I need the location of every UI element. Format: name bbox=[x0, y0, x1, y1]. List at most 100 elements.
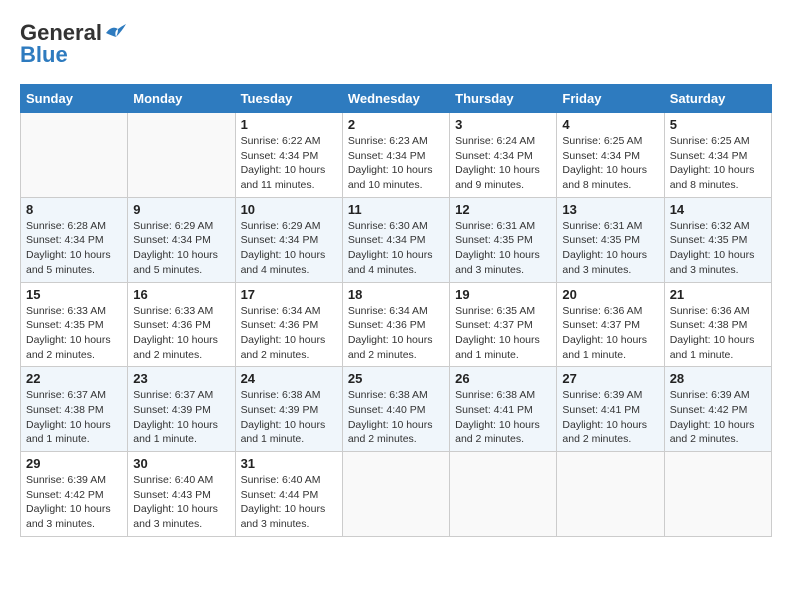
day-info: Sunrise: 6:29 AM Sunset: 4:34 PM Dayligh… bbox=[133, 219, 229, 278]
day-info: Sunrise: 6:24 AM Sunset: 4:34 PM Dayligh… bbox=[455, 134, 551, 193]
calendar-day-cell bbox=[128, 113, 235, 198]
calendar-day-cell: 18 Sunrise: 6:34 AM Sunset: 4:36 PM Dayl… bbox=[342, 282, 449, 367]
day-info: Sunrise: 6:36 AM Sunset: 4:38 PM Dayligh… bbox=[670, 304, 766, 363]
calendar-day-cell: 22 Sunrise: 6:37 AM Sunset: 4:38 PM Dayl… bbox=[21, 367, 128, 452]
calendar-day-cell: 19 Sunrise: 6:35 AM Sunset: 4:37 PM Dayl… bbox=[450, 282, 557, 367]
day-info: Sunrise: 6:38 AM Sunset: 4:39 PM Dayligh… bbox=[241, 388, 337, 447]
day-info: Sunrise: 6:37 AM Sunset: 4:39 PM Dayligh… bbox=[133, 388, 229, 447]
calendar-day-cell: 26 Sunrise: 6:38 AM Sunset: 4:41 PM Dayl… bbox=[450, 367, 557, 452]
day-number: 4 bbox=[562, 117, 658, 132]
day-info: Sunrise: 6:38 AM Sunset: 4:40 PM Dayligh… bbox=[348, 388, 444, 447]
calendar-week-row: 15 Sunrise: 6:33 AM Sunset: 4:35 PM Dayl… bbox=[21, 282, 772, 367]
day-info: Sunrise: 6:33 AM Sunset: 4:35 PM Dayligh… bbox=[26, 304, 122, 363]
calendar-body: 1 Sunrise: 6:22 AM Sunset: 4:34 PM Dayli… bbox=[21, 113, 772, 537]
calendar-day-cell bbox=[664, 452, 771, 537]
day-info: Sunrise: 6:29 AM Sunset: 4:34 PM Dayligh… bbox=[241, 219, 337, 278]
calendar-day-cell: 4 Sunrise: 6:25 AM Sunset: 4:34 PM Dayli… bbox=[557, 113, 664, 198]
day-number: 5 bbox=[670, 117, 766, 132]
page-header: General Blue bbox=[20, 20, 772, 68]
day-info: Sunrise: 6:36 AM Sunset: 4:37 PM Dayligh… bbox=[562, 304, 658, 363]
day-number: 21 bbox=[670, 287, 766, 302]
calendar-day-cell: 28 Sunrise: 6:39 AM Sunset: 4:42 PM Dayl… bbox=[664, 367, 771, 452]
day-number: 24 bbox=[241, 371, 337, 386]
day-info: Sunrise: 6:39 AM Sunset: 4:42 PM Dayligh… bbox=[26, 473, 122, 532]
calendar-day-cell: 3 Sunrise: 6:24 AM Sunset: 4:34 PM Dayli… bbox=[450, 113, 557, 198]
weekday-header-cell: Sunday bbox=[21, 85, 128, 113]
calendar-day-cell: 14 Sunrise: 6:32 AM Sunset: 4:35 PM Dayl… bbox=[664, 197, 771, 282]
calendar-day-cell: 8 Sunrise: 6:28 AM Sunset: 4:34 PM Dayli… bbox=[21, 197, 128, 282]
calendar-day-cell: 2 Sunrise: 6:23 AM Sunset: 4:34 PM Dayli… bbox=[342, 113, 449, 198]
calendar-day-cell bbox=[342, 452, 449, 537]
calendar-day-cell: 25 Sunrise: 6:38 AM Sunset: 4:40 PM Dayl… bbox=[342, 367, 449, 452]
day-number: 29 bbox=[26, 456, 122, 471]
day-info: Sunrise: 6:34 AM Sunset: 4:36 PM Dayligh… bbox=[348, 304, 444, 363]
weekday-header-cell: Wednesday bbox=[342, 85, 449, 113]
calendar-day-cell: 23 Sunrise: 6:37 AM Sunset: 4:39 PM Dayl… bbox=[128, 367, 235, 452]
calendar-day-cell: 27 Sunrise: 6:39 AM Sunset: 4:41 PM Dayl… bbox=[557, 367, 664, 452]
day-info: Sunrise: 6:39 AM Sunset: 4:41 PM Dayligh… bbox=[562, 388, 658, 447]
day-number: 9 bbox=[133, 202, 229, 217]
weekday-header-cell: Tuesday bbox=[235, 85, 342, 113]
day-number: 28 bbox=[670, 371, 766, 386]
day-number: 23 bbox=[133, 371, 229, 386]
weekday-header-cell: Monday bbox=[128, 85, 235, 113]
calendar-day-cell bbox=[450, 452, 557, 537]
day-number: 27 bbox=[562, 371, 658, 386]
day-info: Sunrise: 6:39 AM Sunset: 4:42 PM Dayligh… bbox=[670, 388, 766, 447]
calendar-day-cell: 10 Sunrise: 6:29 AM Sunset: 4:34 PM Dayl… bbox=[235, 197, 342, 282]
day-number: 17 bbox=[241, 287, 337, 302]
day-number: 26 bbox=[455, 371, 551, 386]
day-info: Sunrise: 6:28 AM Sunset: 4:34 PM Dayligh… bbox=[26, 219, 122, 278]
day-number: 3 bbox=[455, 117, 551, 132]
day-info: Sunrise: 6:35 AM Sunset: 4:37 PM Dayligh… bbox=[455, 304, 551, 363]
day-number: 12 bbox=[455, 202, 551, 217]
calendar-day-cell: 16 Sunrise: 6:33 AM Sunset: 4:36 PM Dayl… bbox=[128, 282, 235, 367]
day-number: 19 bbox=[455, 287, 551, 302]
day-info: Sunrise: 6:30 AM Sunset: 4:34 PM Dayligh… bbox=[348, 219, 444, 278]
day-number: 22 bbox=[26, 371, 122, 386]
calendar-day-cell: 9 Sunrise: 6:29 AM Sunset: 4:34 PM Dayli… bbox=[128, 197, 235, 282]
day-info: Sunrise: 6:22 AM Sunset: 4:34 PM Dayligh… bbox=[241, 134, 337, 193]
day-number: 8 bbox=[26, 202, 122, 217]
day-info: Sunrise: 6:32 AM Sunset: 4:35 PM Dayligh… bbox=[670, 219, 766, 278]
day-number: 14 bbox=[670, 202, 766, 217]
calendar-day-cell: 30 Sunrise: 6:40 AM Sunset: 4:43 PM Dayl… bbox=[128, 452, 235, 537]
weekday-header-cell: Saturday bbox=[664, 85, 771, 113]
weekday-header-cell: Thursday bbox=[450, 85, 557, 113]
calendar-week-row: 29 Sunrise: 6:39 AM Sunset: 4:42 PM Dayl… bbox=[21, 452, 772, 537]
day-info: Sunrise: 6:31 AM Sunset: 4:35 PM Dayligh… bbox=[562, 219, 658, 278]
day-number: 20 bbox=[562, 287, 658, 302]
calendar-day-cell bbox=[21, 113, 128, 198]
calendar-day-cell: 12 Sunrise: 6:31 AM Sunset: 4:35 PM Dayl… bbox=[450, 197, 557, 282]
calendar-day-cell: 21 Sunrise: 6:36 AM Sunset: 4:38 PM Dayl… bbox=[664, 282, 771, 367]
calendar-day-cell: 15 Sunrise: 6:33 AM Sunset: 4:35 PM Dayl… bbox=[21, 282, 128, 367]
day-number: 16 bbox=[133, 287, 229, 302]
day-info: Sunrise: 6:40 AM Sunset: 4:44 PM Dayligh… bbox=[241, 473, 337, 532]
calendar-day-cell: 17 Sunrise: 6:34 AM Sunset: 4:36 PM Dayl… bbox=[235, 282, 342, 367]
calendar-day-cell: 29 Sunrise: 6:39 AM Sunset: 4:42 PM Dayl… bbox=[21, 452, 128, 537]
day-info: Sunrise: 6:25 AM Sunset: 4:34 PM Dayligh… bbox=[562, 134, 658, 193]
calendar-day-cell: 5 Sunrise: 6:25 AM Sunset: 4:34 PM Dayli… bbox=[664, 113, 771, 198]
day-info: Sunrise: 6:33 AM Sunset: 4:36 PM Dayligh… bbox=[133, 304, 229, 363]
day-number: 31 bbox=[241, 456, 337, 471]
day-number: 11 bbox=[348, 202, 444, 217]
calendar-week-row: 8 Sunrise: 6:28 AM Sunset: 4:34 PM Dayli… bbox=[21, 197, 772, 282]
calendar-day-cell: 24 Sunrise: 6:38 AM Sunset: 4:39 PM Dayl… bbox=[235, 367, 342, 452]
logo: General Blue bbox=[20, 20, 126, 68]
day-info: Sunrise: 6:38 AM Sunset: 4:41 PM Dayligh… bbox=[455, 388, 551, 447]
logo-bird-icon bbox=[104, 23, 126, 43]
calendar-day-cell: 13 Sunrise: 6:31 AM Sunset: 4:35 PM Dayl… bbox=[557, 197, 664, 282]
day-number: 10 bbox=[241, 202, 337, 217]
day-number: 18 bbox=[348, 287, 444, 302]
day-number: 25 bbox=[348, 371, 444, 386]
day-info: Sunrise: 6:37 AM Sunset: 4:38 PM Dayligh… bbox=[26, 388, 122, 447]
day-number: 30 bbox=[133, 456, 229, 471]
weekday-header-row: SundayMondayTuesdayWednesdayThursdayFrid… bbox=[21, 85, 772, 113]
calendar-week-row: 1 Sunrise: 6:22 AM Sunset: 4:34 PM Dayli… bbox=[21, 113, 772, 198]
logo-blue: Blue bbox=[20, 42, 68, 68]
calendar-day-cell bbox=[557, 452, 664, 537]
day-number: 1 bbox=[241, 117, 337, 132]
day-info: Sunrise: 6:31 AM Sunset: 4:35 PM Dayligh… bbox=[455, 219, 551, 278]
day-number: 15 bbox=[26, 287, 122, 302]
weekday-header-cell: Friday bbox=[557, 85, 664, 113]
